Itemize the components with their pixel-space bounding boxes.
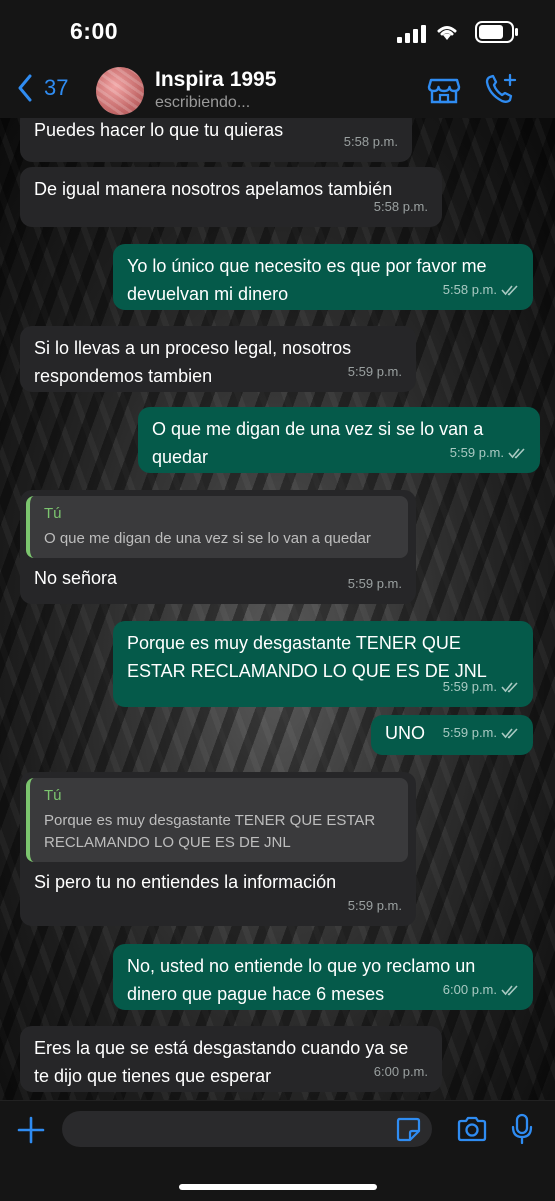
microphone-icon[interactable] xyxy=(510,1113,534,1145)
message-incoming[interactable]: Eres la que se está desgastando cuando y… xyxy=(20,1026,442,1092)
quoted-message[interactable]: Tú O que me digan de una vez si se lo va… xyxy=(26,496,408,558)
status-bar: 6:00 xyxy=(0,0,555,62)
message-time: 5:59 p.m. xyxy=(347,576,402,591)
sticker-icon[interactable] xyxy=(395,1116,421,1142)
contact-name[interactable]: Inspira 1995 xyxy=(155,68,276,92)
double-check-icon xyxy=(501,285,518,296)
status-time: 6:00 xyxy=(70,18,119,44)
avatar[interactable] xyxy=(96,67,144,115)
message-time: 5:59 p.m. xyxy=(347,898,402,913)
back-button[interactable]: 37 xyxy=(16,74,68,102)
double-check-icon xyxy=(501,985,518,996)
message-text: Si pero tu no entiendes la información xyxy=(34,872,337,892)
quoted-message[interactable]: Tú Porque es muy desgastante TENER QUE E… xyxy=(26,778,408,862)
camera-icon[interactable] xyxy=(456,1115,488,1143)
quote-author: Tú xyxy=(44,505,62,522)
quote-text: O que me digan de una vez si se lo van a… xyxy=(44,530,371,547)
chevron-left-icon xyxy=(18,74,32,102)
message-time: 5:59 p.m. xyxy=(449,445,504,460)
message-text: De igual manera nosotros apelamos tambié… xyxy=(34,179,393,199)
message-text: Yo lo único que necesito es que por favo… xyxy=(127,256,487,304)
message-text: Si lo llevas a un proceso legal, nosotro… xyxy=(34,338,352,386)
double-check-icon xyxy=(501,682,518,693)
battery-icon xyxy=(475,21,518,43)
chat-header: 37 Inspira 1995 escribiendo... xyxy=(0,62,555,119)
message-outgoing[interactable]: Porque es muy desgastante TENER QUE ESTA… xyxy=(113,621,533,707)
message-time: 6:00 p.m. xyxy=(442,982,497,997)
message-time: 5:58 p.m. xyxy=(373,199,428,214)
message-incoming-reply[interactable]: Tú O que me digan de una vez si se lo va… xyxy=(20,490,416,604)
message-time: 5:59 p.m. xyxy=(442,725,497,740)
message-outgoing[interactable]: UNO 5:59 p.m. xyxy=(371,715,533,755)
message-text: No señora xyxy=(34,568,118,588)
double-check-icon xyxy=(501,728,518,739)
message-outgoing[interactable]: O que me digan de una vez si se lo van a… xyxy=(138,407,540,473)
composer-bar xyxy=(0,1100,555,1201)
message-incoming[interactable]: Si lo llevas a un proceso legal, nosotro… xyxy=(20,326,416,392)
chat-area[interactable]: Puedes hacer lo que tu quieras 5:58 p.m.… xyxy=(0,118,555,1100)
message-time: 5:59 p.m. xyxy=(442,679,497,694)
wifi-icon xyxy=(437,26,457,40)
message-outgoing[interactable]: Yo lo único que necesito es que por favo… xyxy=(113,244,533,310)
signal-icon xyxy=(397,25,426,43)
message-text: Eres la que se está desgastando cuando y… xyxy=(34,1038,409,1086)
home-indicator xyxy=(179,1184,377,1190)
message-incoming[interactable]: Puedes hacer lo que tu quieras 5:58 p.m. xyxy=(20,118,412,162)
message-time: 5:59 p.m. xyxy=(347,364,402,379)
message-time: 6:00 p.m. xyxy=(373,1064,428,1079)
message-time: 5:58 p.m. xyxy=(442,282,497,297)
store-icon[interactable] xyxy=(427,72,461,106)
message-outgoing[interactable]: No, usted no entiende lo que yo reclamo … xyxy=(113,944,533,1010)
message-input[interactable] xyxy=(62,1111,432,1147)
double-check-icon xyxy=(508,448,525,459)
unread-count: 37 xyxy=(44,75,69,100)
quote-text: Porque es muy desgastante TENER QUE ESTA… xyxy=(44,812,376,851)
phone-add-icon[interactable] xyxy=(484,72,518,106)
quote-author: Tú xyxy=(44,787,62,804)
message-incoming[interactable]: De igual manera nosotros apelamos tambié… xyxy=(20,167,442,227)
plus-icon[interactable] xyxy=(16,1115,46,1145)
message-incoming-reply[interactable]: Tú Porque es muy desgastante TENER QUE E… xyxy=(20,772,416,926)
contact-status: escribiendo... xyxy=(155,94,251,111)
message-time: 5:58 p.m. xyxy=(343,134,398,149)
